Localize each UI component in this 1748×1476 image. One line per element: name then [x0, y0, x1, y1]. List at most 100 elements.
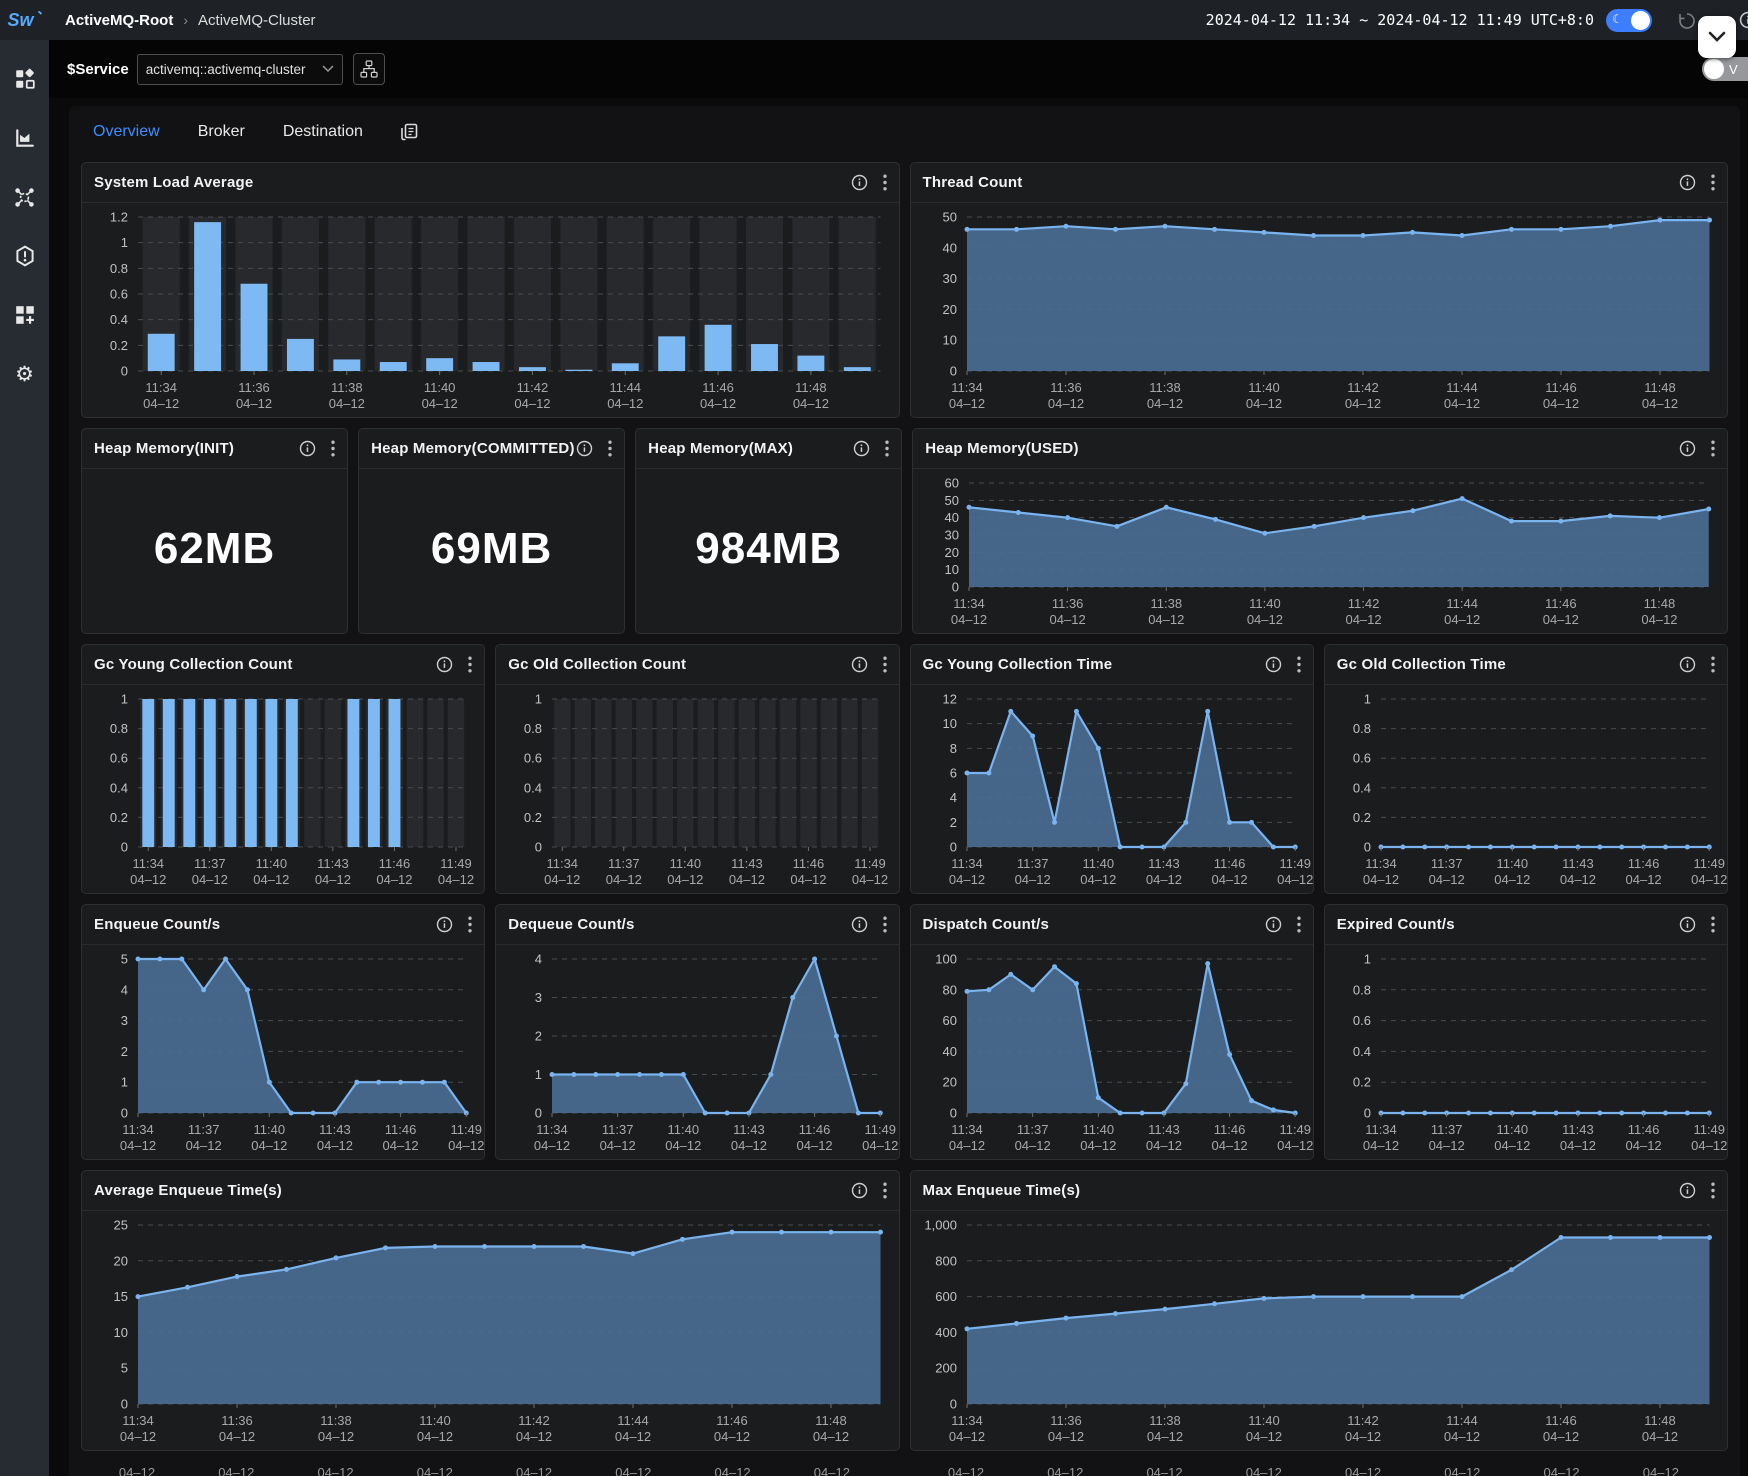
chart-area[interactable]: 0102030405011:3404–1211:3604–1211:3804–1…: [911, 203, 1728, 417]
topology-button[interactable]: [353, 53, 385, 85]
more-menu-icon[interactable]: [1711, 916, 1715, 933]
info-icon[interactable]: [851, 1182, 868, 1199]
svg-text:11:43: 11:43: [733, 1122, 765, 1137]
chart-area[interactable]: 0123411:3404–1211:3704–1211:4004–1211:43…: [496, 945, 898, 1159]
info-icon[interactable]: [1679, 440, 1696, 457]
chart-area[interactable]: 00.20.40.60.8111:3404–1211:3704–1211:400…: [1325, 685, 1727, 893]
sidebar-item-settings[interactable]: ⚙: [12, 361, 38, 387]
svg-text:3: 3: [121, 1013, 128, 1028]
svg-text:0: 0: [949, 840, 956, 855]
svg-text:50: 50: [942, 210, 956, 225]
info-icon[interactable]: [1265, 656, 1282, 673]
info-icon[interactable]: [1679, 174, 1696, 191]
svg-text:10: 10: [945, 562, 959, 577]
cutoff-axis-row: 04–1204–1204–1204–1204–1204–1204–1204–12…: [81, 1461, 1728, 1476]
svg-text:11:42: 11:42: [1348, 596, 1380, 611]
breadcrumb-root[interactable]: ActiveMQ-Root: [65, 12, 173, 29]
card-system-load-average: System Load Average 00.20.40.60.811.211:…: [81, 162, 900, 418]
svg-text:04–12: 04–12: [1641, 396, 1677, 411]
chart-area[interactable]: 00.20.40.60.8111:3404–1211:3704–1211:400…: [496, 685, 898, 893]
chart-area[interactable]: 01234511:3404–1211:3704–1211:4004–1211:4…: [82, 945, 484, 1159]
more-menu-icon[interactable]: [883, 656, 887, 673]
svg-text:04–12: 04–12: [700, 396, 736, 411]
info-icon[interactable]: [851, 174, 868, 191]
more-menu-icon[interactable]: [468, 916, 472, 933]
chart-area[interactable]: 02468101211:3404–1211:3704–1211:4004–121…: [911, 685, 1313, 893]
svg-text:11:46: 11:46: [1213, 856, 1245, 871]
info-icon[interactable]: [436, 916, 453, 933]
card-heap-memory-used: Heap Memory(USED) 010203040506011:3404–1…: [912, 428, 1728, 634]
more-menu-icon[interactable]: [1297, 916, 1301, 933]
info-icon[interactable]: [436, 656, 453, 673]
svg-text:04–12: 04–12: [1146, 1465, 1182, 1476]
refresh-icon[interactable]: [1678, 12, 1696, 35]
card-header: Max Enqueue Time(s): [911, 1171, 1728, 1211]
svg-text:60: 60: [945, 476, 959, 491]
more-menu-icon[interactable]: [1711, 440, 1715, 457]
svg-text:04–12: 04–12: [329, 396, 365, 411]
svg-text:04–12: 04–12: [1277, 872, 1313, 887]
more-menu-icon[interactable]: [331, 440, 335, 457]
more-menu-icon[interactable]: [883, 1182, 887, 1199]
info-icon[interactable]: [851, 656, 868, 673]
svg-text:11:40: 11:40: [424, 380, 456, 395]
sidebar-item-topology[interactable]: [12, 184, 38, 210]
svg-text:2: 2: [121, 1044, 128, 1059]
info-icon[interactable]: [576, 440, 593, 457]
more-menu-icon[interactable]: [883, 916, 887, 933]
sidebar-item-new-dashboard[interactable]: [12, 302, 38, 328]
info-icon[interactable]: [1679, 916, 1696, 933]
tab-broker[interactable]: Broker: [198, 123, 245, 141]
chart-area[interactable]: 02004006008001,00011:3404–1211:3604–1211…: [911, 1211, 1728, 1450]
info-icon[interactable]: [1265, 916, 1282, 933]
chart-area[interactable]: 02040608010011:3404–1211:3704–1211:4004–…: [911, 945, 1313, 1159]
info-icon[interactable]: [851, 916, 868, 933]
dark-mode-toggle[interactable]: ☾: [1606, 9, 1652, 32]
sidebar-item-alerting[interactable]: [12, 243, 38, 269]
service-select[interactable]: activemq::activemq-cluster: [137, 54, 343, 85]
svg-text:100: 100: [935, 952, 957, 967]
svg-text:11:34: 11:34: [951, 1413, 983, 1428]
more-menu-icon[interactable]: [1711, 174, 1715, 191]
info-icon[interactable]: [1739, 11, 1748, 34]
chart-title: Gc Young Collection Time: [923, 656, 1113, 673]
svg-text:0: 0: [535, 1106, 542, 1121]
svg-text:11:49: 11:49: [1693, 1122, 1725, 1137]
more-menu-icon[interactable]: [1711, 656, 1715, 673]
svg-text:11:49: 11:49: [1279, 856, 1311, 871]
svg-text:04–12: 04–12: [607, 396, 643, 411]
more-menu-icon[interactable]: [885, 440, 889, 457]
svg-text:04–12: 04–12: [1344, 1429, 1380, 1444]
app-logo[interactable]: Sw: [0, 10, 49, 31]
more-menu-icon[interactable]: [468, 656, 472, 673]
chart-area[interactable]: 00.20.40.60.8111:3404–1211:3704–1211:400…: [1325, 945, 1727, 1159]
chart-area[interactable]: 010203040506011:3404–1211:3604–1211:3804…: [913, 469, 1727, 633]
tab-destination[interactable]: Destination: [283, 123, 363, 141]
svg-text:11:46: 11:46: [716, 1413, 748, 1428]
svg-text:20: 20: [942, 1075, 956, 1090]
chart-area[interactable]: 051015202511:3404–1211:3604–1211:3804–12…: [82, 1211, 899, 1450]
sidebar-item-marketplace[interactable]: [12, 125, 38, 151]
more-menu-icon[interactable]: [883, 174, 887, 191]
tab-overview[interactable]: Overview: [93, 123, 160, 141]
sidebar-item-dashboards[interactable]: [12, 66, 38, 92]
svg-text:11:40: 11:40: [256, 856, 288, 871]
more-menu-icon[interactable]: [608, 440, 612, 457]
more-menu-icon[interactable]: [1297, 656, 1301, 673]
svg-text:04–12: 04–12: [948, 872, 984, 887]
chart-area[interactable]: 00.20.40.60.811.211:3404–1211:3604–1211:…: [82, 203, 899, 417]
version-toggle[interactable]: V: [1702, 57, 1748, 81]
info-icon[interactable]: [1679, 1182, 1696, 1199]
time-range-picker[interactable]: 2024-04-12 11:34 ~ 2024-04-12 11:49 UTC+…: [1206, 11, 1594, 29]
svg-text:04–12: 04–12: [120, 1429, 156, 1444]
more-menu-icon[interactable]: [1711, 1182, 1715, 1199]
svg-text:11:36: 11:36: [221, 1413, 253, 1428]
svg-text:04–12: 04–12: [1211, 872, 1247, 887]
info-icon[interactable]: [1679, 656, 1696, 673]
collapse-header-button[interactable]: [1698, 16, 1736, 58]
info-icon[interactable]: [853, 440, 870, 457]
chart-area[interactable]: 00.20.40.60.8111:3404–1211:3704–1211:400…: [82, 685, 484, 893]
dashboard-panel: Overview Broker Destination System Load …: [69, 106, 1740, 1476]
copy-dashboard-icon[interactable]: [401, 123, 418, 141]
info-icon[interactable]: [299, 440, 316, 457]
